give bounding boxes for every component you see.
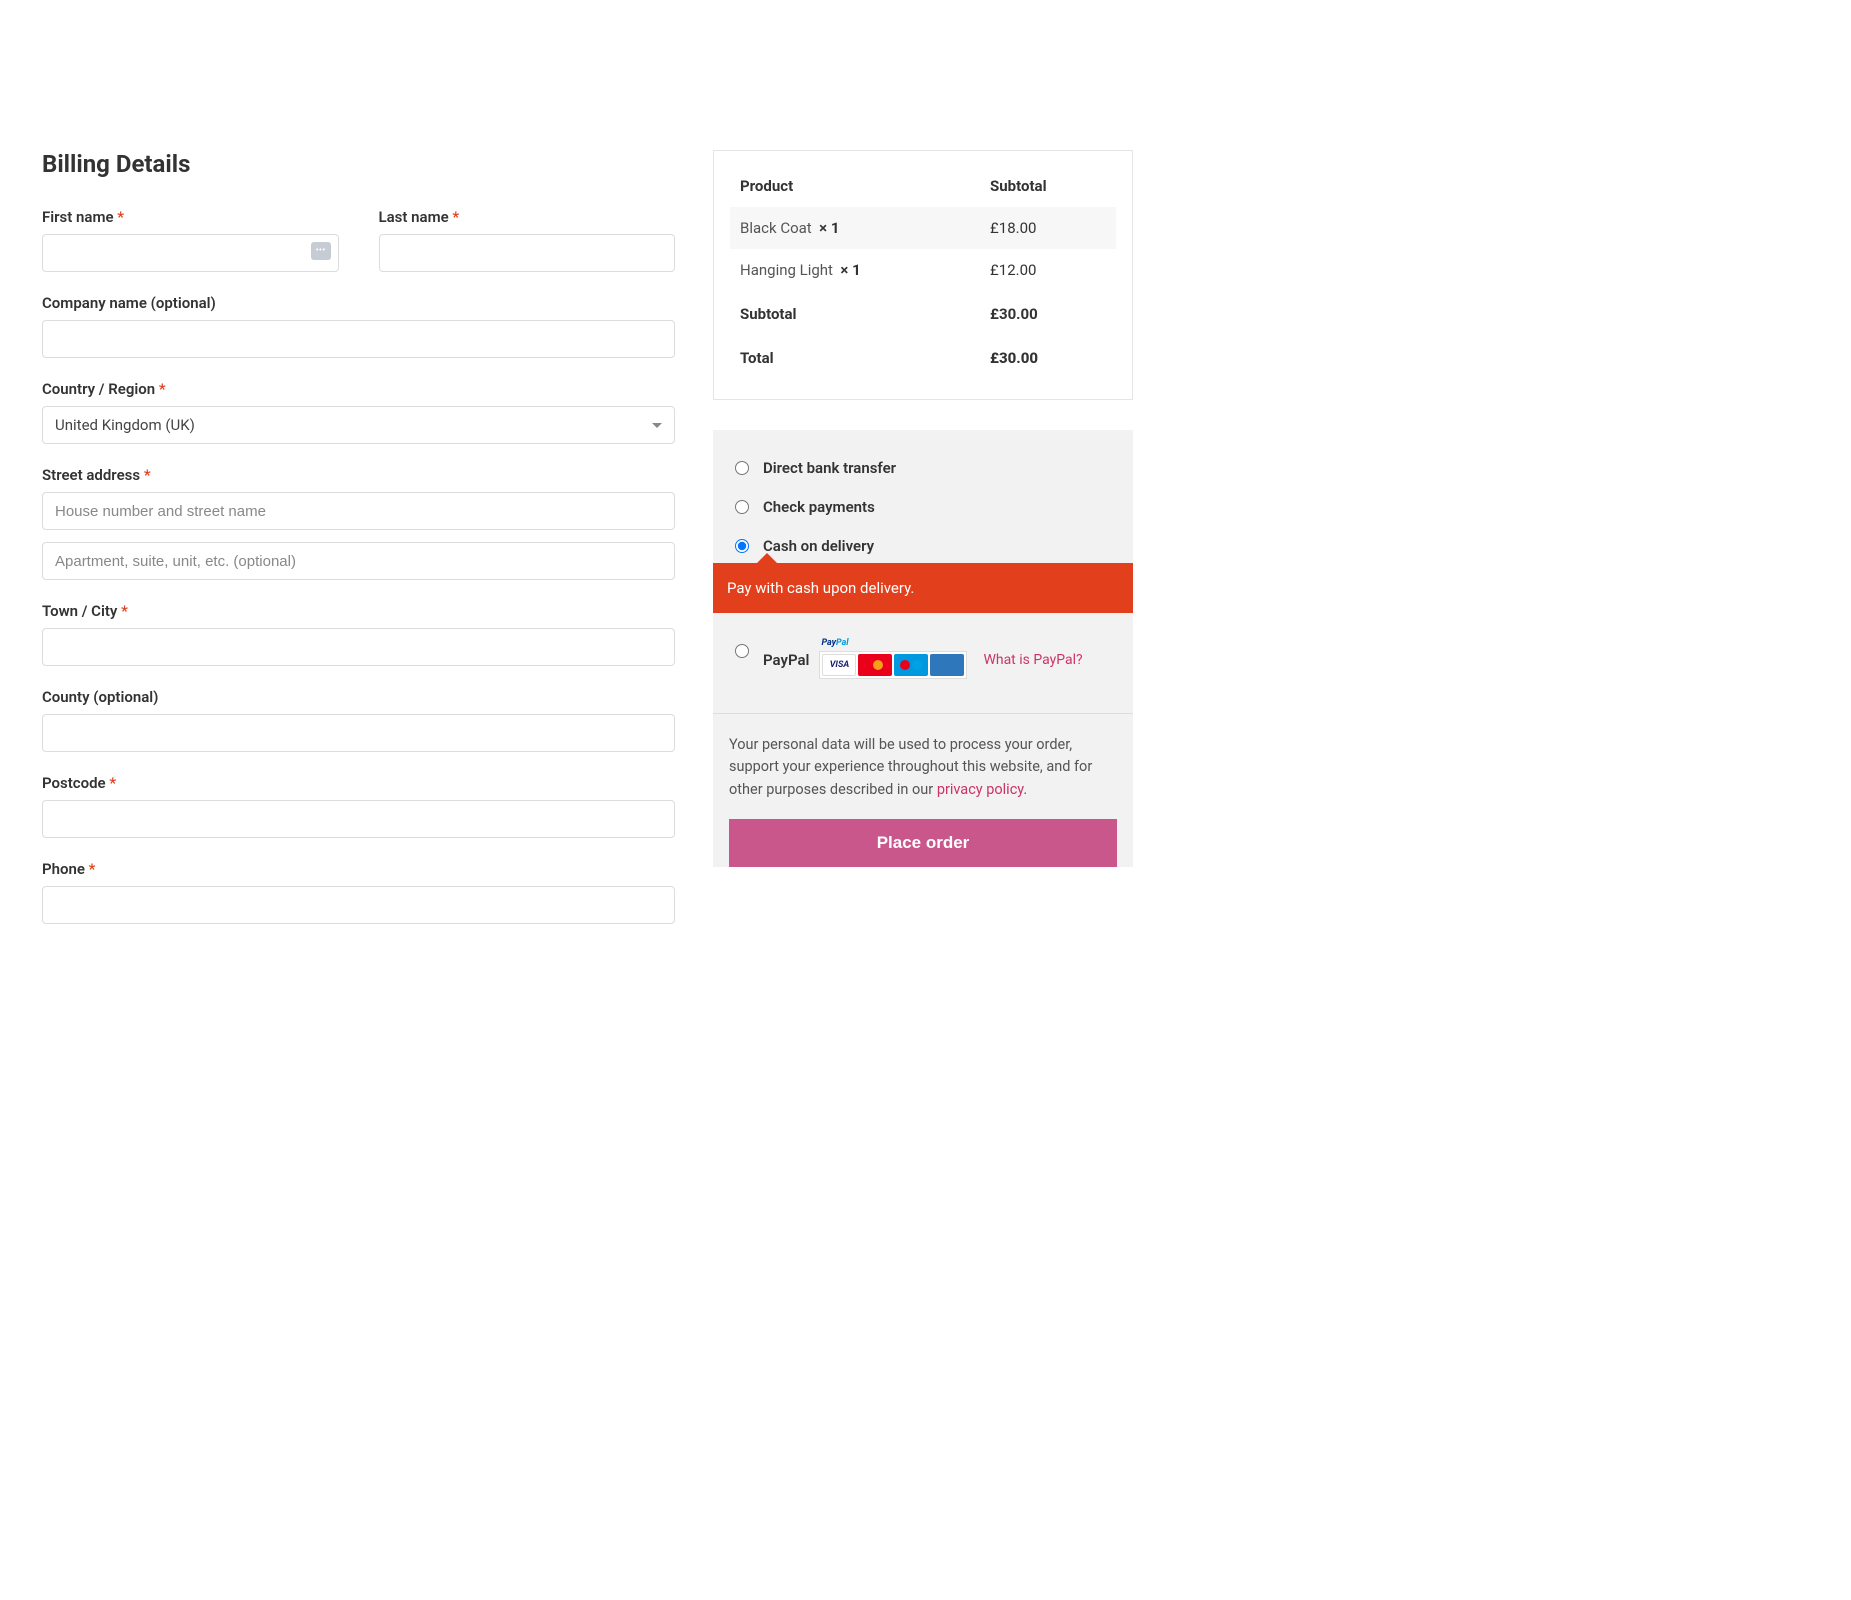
city-label-text: Town / City [42,602,117,620]
city-input[interactable] [42,628,675,666]
first-name-input[interactable] [42,234,339,272]
country-select[interactable]: United Kingdom (UK) [42,406,675,444]
first-name-field-wrap: First name * [42,208,339,272]
product-amount: £18.00 [980,207,1116,249]
table-row: Black Coat × 1 £18.00 [730,207,1116,249]
check-radio[interactable] [735,500,749,514]
payment-method-check[interactable]: Check payments [729,487,1117,526]
subtotal-label: Subtotal [730,291,980,335]
payment-method-cod[interactable]: Cash on delivery Pay with cash upon deli… [729,526,1117,631]
street-2-field-wrap [42,542,675,580]
postcode-label-text: Postcode [42,774,106,792]
required-mark: * [452,208,459,226]
product-name: Black Coat [740,219,812,237]
postcode-field-wrap: Postcode * [42,774,675,838]
country-label-text: Country / Region [42,380,155,398]
street-label: Street address * [42,466,675,484]
required-mark: * [159,380,166,398]
last-name-label-text: Last name [379,208,449,226]
last-name-field-wrap: Last name * [379,208,676,272]
product-header: Product [730,171,980,207]
phone-label: Phone * [42,860,675,878]
paypal-cards-icon: PayPal VISA [819,641,967,679]
street-address-2-input[interactable] [42,542,675,580]
county-input[interactable] [42,714,675,752]
payment-box: Direct bank transfer Check payments Cash… [713,430,1133,867]
subtotal-header: Subtotal [980,171,1116,207]
table-row: Hanging Light × 1 £12.00 [730,249,1116,291]
first-name-label-text: First name [42,208,114,226]
postcode-label: Postcode * [42,774,675,792]
phone-label-text: Phone [42,860,85,878]
country-field-wrap: Country / Region * United Kingdom (UK) [42,380,675,444]
paypal-radio[interactable] [735,644,749,658]
street-field-wrap: Street address * [42,466,675,530]
amex-icon [930,654,964,676]
privacy-row: Your personal data will be used to proce… [713,713,1133,867]
product-qty: × 1 [819,219,839,237]
payment-method-paypal[interactable]: PayPal PayPal VISA What is PayPal? [729,631,1117,689]
paypal-label-text: PayPal [763,651,809,669]
billing-heading: Billing Details [42,150,675,178]
password-manager-icon[interactable] [311,242,331,260]
product-name: Hanging Light [740,261,833,279]
visa-card-icon: VISA [822,654,856,676]
company-label: Company name (optional) [42,294,675,312]
privacy-text: Your personal data will be used to proce… [729,734,1117,801]
order-table: Product Subtotal Black Coat × 1 £18.00 [730,171,1116,379]
city-label: Town / City * [42,602,675,620]
chevron-down-icon [652,423,662,428]
required-mark: * [109,774,116,792]
cod-radio[interactable] [735,539,749,553]
last-name-input[interactable] [379,234,676,272]
subtotal-amount: £30.00 [980,291,1116,335]
total-amount: £30.00 [980,335,1116,379]
last-name-label: Last name * [379,208,676,226]
county-label: County (optional) [42,688,675,706]
total-label: Total [730,335,980,379]
country-label: Country / Region * [42,380,675,398]
product-qty: × 1 [840,261,860,279]
required-mark: * [89,860,96,878]
cod-description: Pay with cash upon delivery. [713,563,1133,613]
required-mark: * [144,466,151,484]
paypal-label[interactable]: PayPal PayPal VISA What is PayPal? [763,641,1083,679]
order-review-box: Product Subtotal Black Coat × 1 £18.00 [713,150,1133,400]
payment-method-bank[interactable]: Direct bank transfer [729,448,1117,487]
mastercard-icon [858,654,892,676]
what-is-paypal-link[interactable]: What is PayPal? [983,652,1082,668]
postcode-input[interactable] [42,800,675,838]
required-mark: * [121,602,128,620]
privacy-text-suffix: . [1023,781,1027,798]
billing-details-form: Billing Details First name * Last name *… [42,150,675,946]
privacy-policy-link[interactable]: privacy policy [937,781,1024,798]
phone-input[interactable] [42,886,675,924]
county-field-wrap: County (optional) [42,688,675,752]
country-value: United Kingdom (UK) [55,416,195,434]
privacy-text-prefix: Your personal data will be used to proce… [729,736,1092,798]
city-field-wrap: Town / City * [42,602,675,666]
street-address-1-input[interactable] [42,492,675,530]
payment-methods-list: Direct bank transfer Check payments Cash… [713,430,1133,713]
cod-label[interactable]: Cash on delivery [763,537,874,555]
bank-radio[interactable] [735,461,749,475]
check-label[interactable]: Check payments [763,498,875,516]
company-input[interactable] [42,320,675,358]
maestro-icon [894,654,928,676]
street-label-text: Street address [42,466,140,484]
phone-field-wrap: Phone * [42,860,675,924]
company-field-wrap: Company name (optional) [42,294,675,358]
first-name-label: First name * [42,208,339,226]
required-mark: * [117,208,124,226]
bank-label[interactable]: Direct bank transfer [763,459,896,477]
place-order-button[interactable]: Place order [729,819,1117,867]
product-amount: £12.00 [980,249,1116,291]
